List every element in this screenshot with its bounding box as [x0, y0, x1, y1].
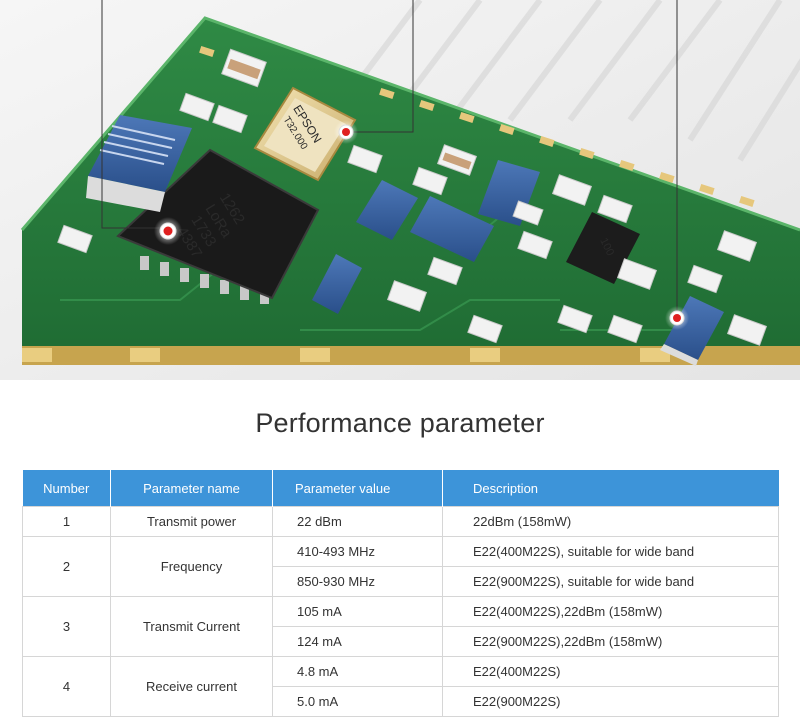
row-parameter-value: 850-930 MHz: [272, 566, 443, 597]
row-number: 1: [22, 506, 111, 537]
row-description: E22(400M22S),22dBm (158mW): [442, 596, 779, 627]
row-parameter-name: Transmit Current: [110, 596, 273, 657]
row-parameter-value: 124 mA: [272, 626, 443, 657]
row-parameter-value: 5.0 mA: [272, 686, 443, 717]
row-parameter-name: Transmit power: [110, 506, 273, 537]
performance-parameter-table: Number Parameter name Parameter value De…: [22, 470, 779, 717]
row-parameter-value: 105 mA: [272, 596, 443, 627]
table-row: 3 Transmit Current 105 mA E22(400M22S),2…: [22, 596, 779, 657]
header-number: Number: [22, 470, 111, 507]
row-number: 3: [22, 596, 111, 657]
section-title: Performance parameter: [255, 408, 545, 438]
header-description: Description: [442, 470, 779, 507]
pcb-module-photo: 1262 LoRa 1733 4387 EPSON T32.000 100: [0, 0, 800, 380]
row-parameter-value: 22 dBm: [272, 506, 443, 537]
table-row: 1 Transmit power 22 dBm 22dBm (158mW): [22, 506, 779, 537]
header-parameter-name: Parameter name: [110, 470, 273, 507]
row-parameter-value: 410-493 MHz: [272, 536, 443, 567]
row-number: 4: [22, 656, 111, 717]
row-number: 2: [22, 536, 111, 597]
table-header-row: Number Parameter name Parameter value De…: [22, 470, 779, 507]
row-description: E22(900M22S),22dBm (158mW): [442, 626, 779, 657]
row-parameter-name: Frequency: [110, 536, 273, 597]
header-parameter-value: Parameter value: [272, 470, 443, 507]
row-description: 22dBm (158mW): [442, 506, 779, 537]
row-description: E22(400M22S), suitable for wide band: [442, 536, 779, 567]
row-parameter-value: 4.8 mA: [272, 656, 443, 687]
table-row: 4 Receive current 4.8 mA E22(400M22S): [22, 656, 779, 717]
row-description: E22(900M22S): [442, 686, 779, 717]
row-parameter-name: Receive current: [110, 656, 273, 717]
row-description: E22(400M22S): [442, 656, 779, 687]
table-row: 2 Frequency 410-493 MHz E22(400M22S), su…: [22, 536, 779, 597]
row-description: E22(900M22S), suitable for wide band: [442, 566, 779, 597]
